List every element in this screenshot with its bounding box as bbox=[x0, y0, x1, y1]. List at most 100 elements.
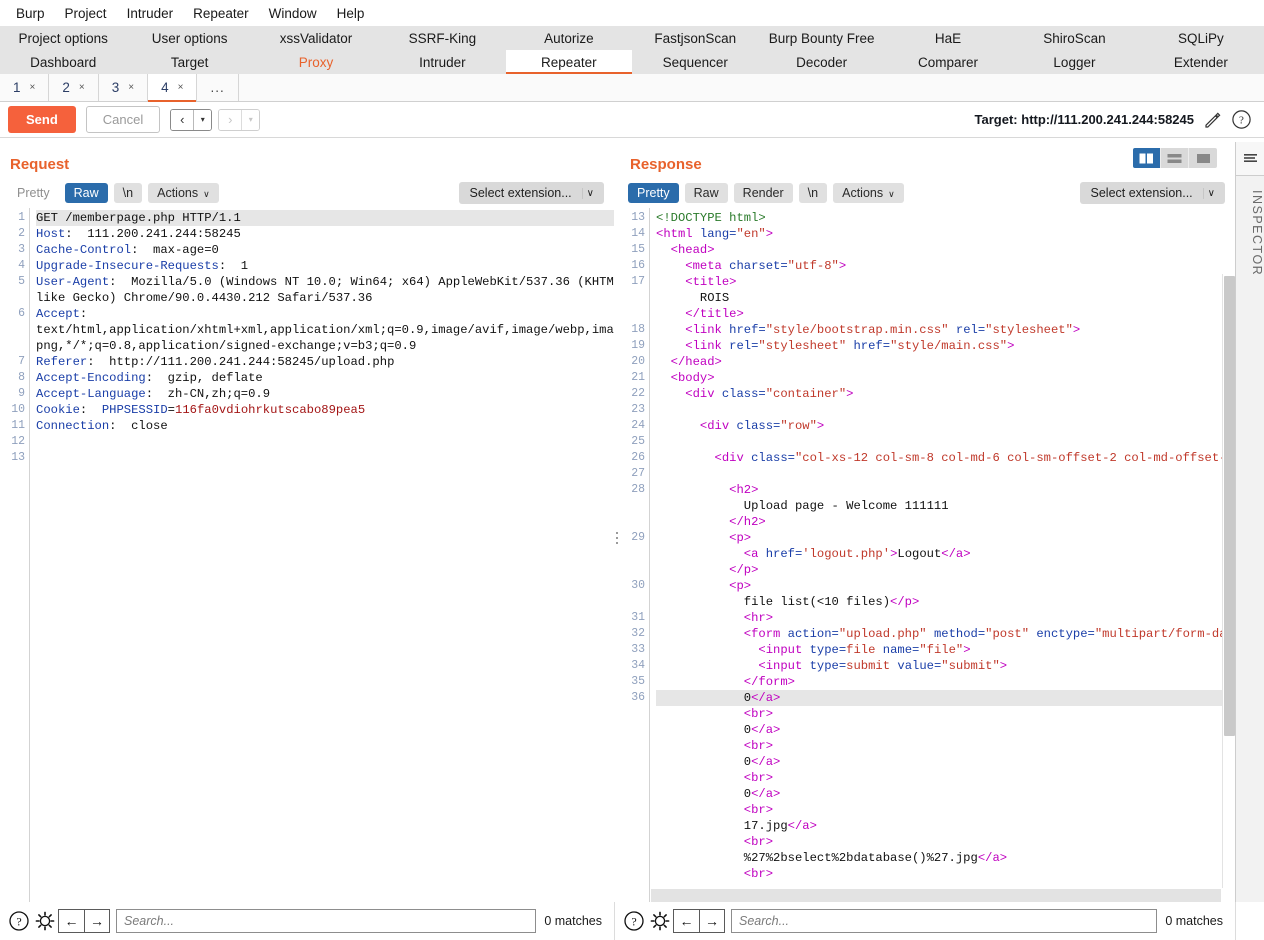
code-line[interactable]: <!DOCTYPE html> bbox=[656, 210, 1235, 226]
close-icon[interactable]: × bbox=[128, 82, 134, 93]
repeater-tab-1[interactable]: 1 × bbox=[0, 74, 50, 101]
code-line[interactable]: </form> bbox=[656, 674, 1235, 690]
code-line[interactable]: 0</a> bbox=[656, 722, 1235, 738]
code-line[interactable]: User-Agent: Mozilla/5.0 (Windows NT 10.0… bbox=[36, 274, 614, 290]
code-line[interactable]: Cookie: PHPSESSID=116fa0vdiohrkutscabo89… bbox=[36, 402, 614, 418]
menu-item-intruder[interactable]: Intruder bbox=[117, 4, 184, 23]
code-line[interactable]: <meta charset="utf-8"> bbox=[656, 258, 1235, 274]
send-button[interactable]: Send bbox=[8, 106, 76, 133]
tab-xssvalidator[interactable]: xssValidator bbox=[253, 26, 379, 50]
response-tab-render[interactable]: Render bbox=[733, 183, 793, 203]
code-line[interactable]: <body> bbox=[656, 370, 1235, 386]
code-line[interactable]: ROIS bbox=[656, 290, 1235, 306]
request-tab-newline[interactable]: \n bbox=[113, 183, 143, 203]
search-next-button[interactable]: → bbox=[699, 909, 725, 933]
menu-item-burp[interactable]: Burp bbox=[6, 4, 55, 23]
menu-item-repeater[interactable]: Repeater bbox=[183, 4, 259, 23]
chevron-down-icon[interactable]: ▾ bbox=[194, 109, 212, 130]
response-select-extension[interactable]: Select extension... ∨ bbox=[1079, 182, 1225, 204]
tab-intruder[interactable]: Intruder bbox=[379, 50, 505, 74]
help-icon[interactable]: ? bbox=[6, 908, 32, 934]
code-line[interactable]: <br> bbox=[656, 738, 1235, 754]
tab-ssrf-king[interactable]: SSRF-King bbox=[379, 26, 505, 50]
code-line[interactable]: <head> bbox=[656, 242, 1235, 258]
code-line[interactable]: text/html,application/xhtml+xml,applicat… bbox=[36, 322, 614, 338]
tab-extender[interactable]: Extender bbox=[1138, 50, 1264, 74]
code-line[interactable] bbox=[36, 450, 614, 466]
menu-item-project[interactable]: Project bbox=[55, 4, 117, 23]
menu-item-help[interactable]: Help bbox=[327, 4, 375, 23]
tab-burp-bounty-free[interactable]: Burp Bounty Free bbox=[758, 26, 884, 50]
tab-target[interactable]: Target bbox=[126, 50, 252, 74]
close-icon[interactable]: × bbox=[30, 82, 36, 93]
code-line[interactable]: Upgrade-Insecure-Requests: 1 bbox=[36, 258, 614, 274]
code-line[interactable]: <a href='logout.php'>Logout</a> bbox=[656, 546, 1235, 562]
code-line[interactable]: file list(<10 files)</p> bbox=[656, 594, 1235, 610]
code-line[interactable]: <h2> bbox=[656, 482, 1235, 498]
tab-comparer[interactable]: Comparer bbox=[885, 50, 1011, 74]
forward-nav-group[interactable]: › ▾ bbox=[218, 108, 261, 131]
cancel-button[interactable]: Cancel bbox=[85, 106, 161, 133]
code-line[interactable]: <br> bbox=[656, 834, 1235, 850]
code-line[interactable] bbox=[36, 434, 614, 450]
forward-arrow-icon[interactable]: › bbox=[219, 109, 242, 130]
code-line[interactable]: 0</a> bbox=[656, 786, 1235, 802]
code-line[interactable]: <link href="style/bootstrap.min.css" rel… bbox=[656, 322, 1235, 338]
code-line[interactable] bbox=[656, 402, 1235, 418]
inspector-toggle-icon[interactable] bbox=[1236, 142, 1264, 176]
response-search-input[interactable] bbox=[731, 909, 1158, 933]
code-line[interactable]: Referer: http://111.200.241.244:58245/up… bbox=[36, 354, 614, 370]
repeater-tab-2[interactable]: 2 × bbox=[49, 74, 99, 101]
request-code[interactable]: GET /memberpage.php HTTP/1.1 Host: 111.20… bbox=[31, 208, 614, 902]
response-horizontal-scrollbar[interactable] bbox=[651, 889, 1221, 902]
code-line[interactable]: Connection: close bbox=[36, 418, 614, 434]
close-icon[interactable]: × bbox=[79, 82, 85, 93]
code-line[interactable]: <br> bbox=[656, 802, 1235, 818]
request-tab-pretty[interactable]: Pretty bbox=[8, 183, 59, 203]
response-vertical-scrollbar[interactable] bbox=[1222, 274, 1235, 888]
request-select-extension[interactable]: Select extension... ∨ bbox=[458, 182, 604, 204]
code-line[interactable]: </p> bbox=[656, 562, 1235, 578]
code-line[interactable]: 0</a> bbox=[656, 690, 1235, 706]
help-icon[interactable]: ? bbox=[1231, 109, 1252, 130]
code-line[interactable]: <br> bbox=[656, 706, 1235, 722]
layout-side-by-side-button[interactable] bbox=[1133, 148, 1161, 168]
code-line[interactable]: </head> bbox=[656, 354, 1235, 370]
tab-logger[interactable]: Logger bbox=[1011, 50, 1137, 74]
request-actions-button[interactable]: Actions ∨ bbox=[148, 183, 219, 203]
tab-dashboard[interactable]: Dashboard bbox=[0, 50, 126, 74]
response-actions-button[interactable]: Actions ∨ bbox=[833, 183, 904, 203]
request-search-input[interactable] bbox=[116, 909, 537, 933]
code-line[interactable]: Host: 111.200.241.244:58245 bbox=[36, 226, 614, 242]
code-line[interactable]: <input type=file name="file"> bbox=[656, 642, 1235, 658]
chevron-down-icon[interactable]: ▾ bbox=[242, 109, 260, 130]
repeater-tab-3[interactable]: 3 × bbox=[98, 74, 149, 101]
tab-user-options[interactable]: User options bbox=[126, 26, 252, 50]
repeater-tab-overflow[interactable]: ... bbox=[197, 74, 239, 101]
code-line[interactable]: <div class="container"> bbox=[656, 386, 1235, 402]
tab-fastjsonscan[interactable]: FastjsonScan bbox=[632, 26, 758, 50]
code-line[interactable]: 0</a> bbox=[656, 754, 1235, 770]
code-line[interactable]: <div class="col-xs-12 col-sm-8 col-md-6 … bbox=[656, 450, 1236, 466]
code-line[interactable]: <form action="upload.php" method="post" … bbox=[656, 626, 1235, 642]
tab-repeater[interactable]: Repeater bbox=[505, 50, 633, 74]
gear-icon[interactable] bbox=[647, 908, 673, 934]
scrollbar-thumb[interactable] bbox=[1224, 276, 1235, 736]
code-line[interactable]: <p> bbox=[656, 530, 1235, 546]
code-line[interactable] bbox=[656, 466, 1235, 482]
response-code[interactable]: <!DOCTYPE html> <html lang="en"> <head> <… bbox=[651, 208, 1235, 902]
code-line[interactable]: <input type=submit value="submit"> bbox=[656, 658, 1235, 674]
response-editor[interactable]: 13 14 15 16 17 18 19 20 21 22 23 24 25 26 27 28 29 30 31 32… bbox=[620, 208, 1235, 902]
tab-hae[interactable]: HaE bbox=[885, 26, 1011, 50]
response-tab-raw[interactable]: Raw bbox=[684, 183, 728, 203]
help-icon[interactable]: ? bbox=[621, 908, 647, 934]
code-line[interactable]: <div class="row"> bbox=[656, 418, 1235, 434]
layout-stacked-button[interactable] bbox=[1161, 148, 1189, 168]
code-line[interactable]: %27%2bselect%2bdatabase()%27.jpg</a> bbox=[656, 850, 1235, 866]
search-prev-button[interactable]: ← bbox=[673, 909, 699, 933]
tab-shiroscan[interactable]: ShiroScan bbox=[1011, 26, 1137, 50]
layout-single-button[interactable] bbox=[1189, 148, 1217, 168]
code-line[interactable]: 17.jpg</a> bbox=[656, 818, 1235, 834]
tab-proxy[interactable]: Proxy bbox=[253, 50, 379, 74]
menu-item-window[interactable]: Window bbox=[259, 4, 327, 23]
